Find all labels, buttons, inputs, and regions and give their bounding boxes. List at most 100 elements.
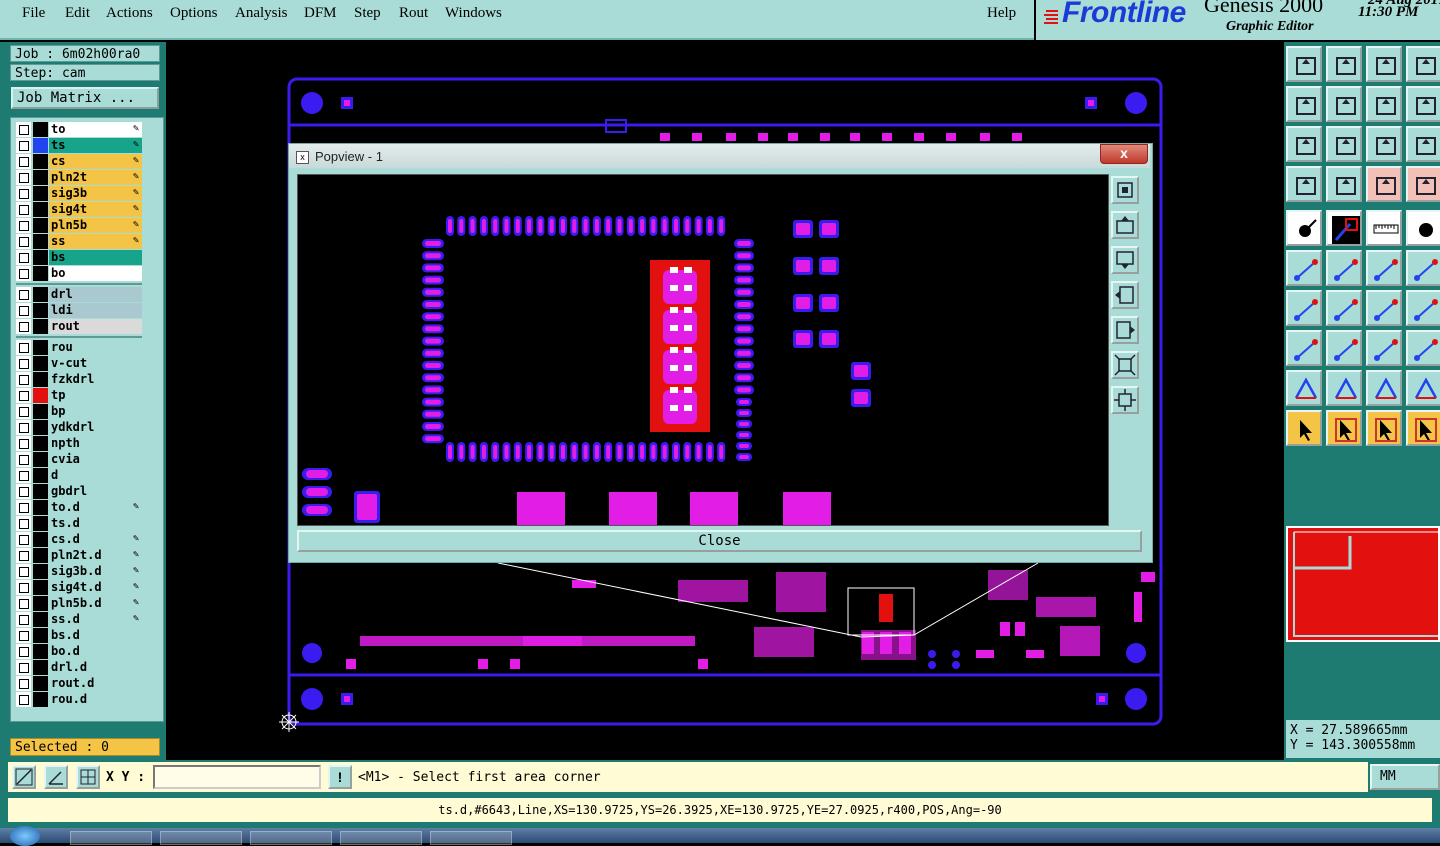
layer-checkbox[interactable] (16, 319, 31, 334)
grid-mode-button[interactable] (76, 765, 100, 789)
layer-checkbox[interactable] (16, 516, 31, 531)
pointer-frame-button[interactable] (1326, 410, 1362, 446)
layer-color-swatch[interactable] (33, 138, 48, 153)
menu-step[interactable]: Step (354, 5, 381, 22)
job-matrix-button[interactable]: Job Matrix ... (11, 87, 159, 109)
menu-file[interactable]: File (22, 5, 45, 22)
layer-row[interactable]: to.d ✎ (16, 500, 142, 515)
layer-name[interactable]: d (49, 468, 142, 483)
layer-checkbox[interactable] (16, 644, 31, 659)
layer-checkbox[interactable] (16, 202, 31, 217)
scale-1-2-button[interactable] (1366, 126, 1402, 162)
home-button[interactable] (1366, 46, 1402, 82)
layer-color-swatch[interactable] (33, 356, 48, 371)
slash-button[interactable] (1326, 290, 1362, 326)
layer-checkbox[interactable] (16, 218, 31, 233)
line-node-alt-button[interactable] (1406, 250, 1440, 286)
pointer-button[interactable] (1286, 410, 1322, 446)
net-button[interactable] (1366, 166, 1402, 202)
popview-canvas[interactable] (297, 174, 1109, 526)
layer-row[interactable]: rout.d (16, 676, 142, 691)
layer-row[interactable]: v-cut (16, 356, 142, 371)
popview-fit-button[interactable] (1111, 176, 1139, 204)
dot-button[interactable] (1406, 210, 1440, 246)
layer-row[interactable]: rout (16, 319, 142, 334)
mirror-button[interactable] (1406, 86, 1440, 122)
layer-name[interactable]: to.d ✎ (49, 500, 142, 515)
layer-name[interactable]: gbdrl (49, 484, 142, 499)
layer-color-swatch[interactable] (33, 532, 48, 547)
layer-row[interactable]: bo (16, 266, 142, 281)
layer-checkbox[interactable] (16, 303, 31, 318)
layer-name[interactable]: bo (49, 266, 142, 281)
layer-name[interactable]: sig4t.d ✎ (49, 580, 142, 595)
layer-color-swatch[interactable] (33, 596, 48, 611)
layer-checkbox[interactable] (16, 234, 31, 249)
layer-color-swatch[interactable] (33, 692, 48, 707)
cross-button[interactable] (1326, 250, 1362, 286)
popview-pan-left-button[interactable] (1111, 281, 1139, 309)
menu-options[interactable]: Options (170, 5, 218, 22)
layer-name[interactable]: ldi (49, 303, 142, 318)
shapes-button[interactable] (1406, 330, 1440, 366)
layer-color-swatch[interactable] (33, 580, 48, 595)
layer-color-swatch[interactable] (33, 660, 48, 675)
zoom-fit-tool-button[interactable] (1286, 126, 1322, 162)
layer-name[interactable]: ss ✎ (49, 234, 142, 249)
popview-pan-up-button[interactable] (1111, 211, 1139, 239)
layer-checkbox[interactable] (16, 468, 31, 483)
popview-pan-down-button[interactable] (1111, 246, 1139, 274)
layer-checkbox[interactable] (16, 388, 31, 403)
layer-name[interactable]: to ✎ (49, 122, 142, 137)
layer-row[interactable]: ts.d (16, 516, 142, 531)
measure-button[interactable] (1286, 166, 1322, 202)
move-button[interactable] (1366, 330, 1402, 366)
dash-button[interactable] (1326, 330, 1362, 366)
popview-zoom-in-button[interactable] (1111, 386, 1139, 414)
layer-checkbox[interactable] (16, 287, 31, 302)
angle-line-button[interactable] (1286, 290, 1322, 326)
node-red-button[interactable] (1286, 330, 1322, 366)
layer-color-swatch[interactable] (33, 266, 48, 281)
layer-color-swatch[interactable] (33, 404, 48, 419)
arc-button[interactable] (1366, 290, 1402, 326)
layer-name[interactable]: bo.d (49, 644, 142, 659)
layer-checkbox[interactable] (16, 356, 31, 371)
layer-name[interactable]: cvia (49, 452, 142, 467)
units-selector[interactable]: MM (1370, 764, 1440, 790)
layer-row[interactable]: gbdrl (16, 484, 142, 499)
layer-row[interactable]: pln5b.d ✎ (16, 596, 142, 611)
layer-name[interactable]: bs.d (49, 628, 142, 643)
layer-row[interactable]: ydkdrl (16, 420, 142, 435)
layer-color-swatch[interactable] (33, 122, 48, 137)
layer-checkbox[interactable] (16, 266, 31, 281)
line-add-button[interactable] (1326, 210, 1362, 246)
ruler-button[interactable] (1366, 210, 1402, 246)
layer-name[interactable]: ts ✎ (49, 138, 142, 153)
layer-color-swatch[interactable] (33, 218, 48, 233)
layer-color-swatch[interactable] (33, 388, 48, 403)
layer-checkbox[interactable] (16, 170, 31, 185)
board-overview-map[interactable] (1286, 526, 1440, 642)
layer-checkbox[interactable] (16, 532, 31, 547)
layer-name[interactable]: sig3b.d ✎ (49, 564, 142, 579)
layer-row[interactable]: drl (16, 287, 142, 302)
layer-row[interactable]: bp (16, 404, 142, 419)
layer-name[interactable]: pln5b.d ✎ (49, 596, 142, 611)
layer-row[interactable]: pln2t.d ✎ (16, 548, 142, 563)
layer-color-swatch[interactable] (33, 234, 48, 249)
layer-checkbox[interactable] (16, 660, 31, 675)
layer-row[interactable]: rou.d (16, 692, 142, 707)
layer-row[interactable]: drl.d (16, 660, 142, 675)
menu-analysis[interactable]: Analysis (235, 5, 288, 22)
layer-color-swatch[interactable] (33, 170, 48, 185)
pan-left-tool-button[interactable] (1286, 86, 1322, 122)
layer-color-swatch[interactable] (33, 628, 48, 643)
layer-row[interactable]: bo.d (16, 644, 142, 659)
layer-checkbox[interactable] (16, 250, 31, 265)
layer-checkbox[interactable] (16, 340, 31, 355)
layer-color-swatch[interactable] (33, 644, 48, 659)
popview-pan-right-button[interactable] (1111, 316, 1139, 344)
layer-row[interactable]: ts ✎ (16, 138, 142, 153)
xy-input[interactable] (153, 765, 321, 789)
